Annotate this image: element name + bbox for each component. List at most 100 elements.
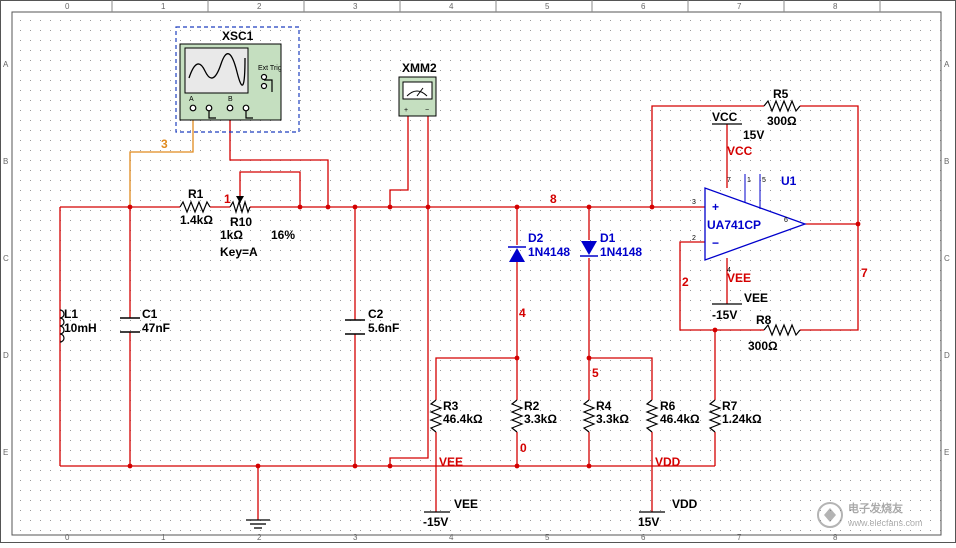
ruler-row-label: D bbox=[3, 351, 9, 360]
l1-ref: L1 bbox=[64, 307, 78, 321]
c2-ref: C2 bbox=[368, 307, 384, 321]
scope-label: XSC1 bbox=[222, 29, 254, 43]
u1-pin5: 5 bbox=[762, 177, 766, 184]
vcc-value: 15V bbox=[743, 128, 764, 142]
u1-ref: U1 bbox=[781, 174, 797, 188]
ruler-column-label: 4 bbox=[449, 2, 454, 11]
ruler-column-label: 1 bbox=[161, 533, 166, 542]
c2-value: 5.6nF bbox=[368, 321, 399, 335]
r8-value: 300Ω bbox=[748, 339, 778, 353]
r10-key: Key=A bbox=[220, 245, 258, 259]
ruler-column-label: 0 bbox=[65, 2, 70, 11]
vcc-net: VCC bbox=[727, 144, 753, 158]
net-3: 3 bbox=[161, 137, 168, 151]
r2-ref: R2 bbox=[524, 399, 540, 413]
svg-text:−: − bbox=[425, 107, 429, 114]
d2-value: 1N4148 bbox=[528, 245, 570, 259]
r10-value: 1kΩ bbox=[220, 228, 243, 242]
c1-value: 47nF bbox=[142, 321, 170, 335]
multimeter-label: XMM2 bbox=[402, 61, 437, 75]
r1-ref: R1 bbox=[188, 187, 204, 201]
ruler-row-label: B bbox=[944, 157, 949, 166]
ruler-column-label: 7 bbox=[737, 533, 742, 542]
r7-value: 1.24kΩ bbox=[722, 412, 762, 426]
ruler-row-label: C bbox=[944, 254, 950, 263]
ruler-column-label: 8 bbox=[833, 2, 838, 11]
r4-value: 3.3kΩ bbox=[596, 412, 629, 426]
r6-value: 46.4kΩ bbox=[660, 412, 700, 426]
net-2: 2 bbox=[682, 275, 689, 289]
ruler-row-label: D bbox=[944, 351, 950, 360]
r6-ref: R6 bbox=[660, 399, 676, 413]
net-5: 5 bbox=[592, 366, 599, 380]
svg-text:+: + bbox=[404, 107, 408, 114]
r1-value: 1.4kΩ bbox=[180, 213, 213, 227]
channel-b-label: B bbox=[228, 96, 233, 103]
ruler-row-label: C bbox=[3, 254, 9, 263]
ruler-column-label: 5 bbox=[545, 533, 550, 542]
r5-value: 300Ω bbox=[767, 114, 797, 128]
u1-pin3: 3 bbox=[692, 199, 696, 206]
vee2-label: VEE bbox=[454, 497, 478, 511]
net-1: 1 bbox=[224, 192, 231, 206]
r10-ref: R10 bbox=[230, 215, 252, 229]
ruler-row-label: A bbox=[3, 60, 9, 69]
r8-ref: R8 bbox=[756, 313, 772, 327]
u1-part: UA741CP bbox=[707, 218, 761, 232]
r3-ref: R3 bbox=[443, 399, 459, 413]
ruler-row-label: B bbox=[3, 157, 8, 166]
svg-text:电子发烧友: 电子发烧友 bbox=[848, 501, 903, 515]
ruler-column-label: 1 bbox=[161, 2, 166, 11]
u1-minus: − bbox=[712, 236, 719, 250]
multimeter-xmm2[interactable]: + − bbox=[398, 76, 437, 117]
r3-value: 46.4kΩ bbox=[443, 412, 483, 426]
channel-a-label: A bbox=[189, 96, 194, 103]
ruler-column-label: 2 bbox=[257, 533, 262, 542]
vee2-net: VEE bbox=[439, 455, 463, 469]
net-8: 8 bbox=[550, 192, 557, 206]
r5-ref: R5 bbox=[773, 87, 789, 101]
ruler-column-label: 7 bbox=[737, 2, 742, 11]
r2-value: 3.3kΩ bbox=[524, 412, 557, 426]
vcc-label: VCC bbox=[712, 110, 738, 124]
ruler-column-label: 3 bbox=[353, 533, 358, 542]
vee-value: -15V bbox=[712, 308, 737, 322]
vee-label: VEE bbox=[744, 291, 768, 305]
u1-pin6: 6 bbox=[784, 217, 788, 224]
schematic-sheet[interactable]: 0 0 1 1 2 2 3 3 4 4 5 5 6 6 7 7 8 8 A A B B C C D D E E Ext Trig A… bbox=[0, 0, 956, 543]
u1-pin7: 7 bbox=[727, 177, 731, 184]
ruler-row-label: A bbox=[944, 60, 950, 69]
ruler-column-label: 0 bbox=[65, 533, 70, 542]
dot-grid bbox=[12, 12, 941, 535]
ruler-column-label: 6 bbox=[641, 2, 646, 11]
ruler-column-label: 6 bbox=[641, 533, 646, 542]
net-0: 0 bbox=[520, 441, 527, 455]
ruler-column-label: 5 bbox=[545, 2, 550, 11]
r4-ref: R4 bbox=[596, 399, 612, 413]
c1-ref: C1 bbox=[142, 307, 158, 321]
l1-value: 10mH bbox=[64, 321, 97, 335]
vee-net: VEE bbox=[727, 271, 751, 285]
ruler-row-label: E bbox=[944, 448, 949, 457]
u1-pin1: 1 bbox=[747, 177, 751, 184]
net-4: 4 bbox=[519, 306, 526, 320]
vdd-label: VDD bbox=[672, 497, 698, 511]
net-7: 7 bbox=[861, 266, 868, 280]
vdd-value: 15V bbox=[638, 515, 659, 529]
ruler-column-label: 4 bbox=[449, 533, 454, 542]
r10-percent: 16% bbox=[271, 228, 295, 242]
ruler-row-label: E bbox=[3, 448, 8, 457]
svg-text:www.elecfans.com: www.elecfans.com bbox=[847, 518, 923, 528]
ext-trig-label: Ext Trig bbox=[258, 65, 282, 72]
ruler-column-label: 8 bbox=[833, 533, 838, 542]
vee2-value: -15V bbox=[423, 515, 448, 529]
d1-ref: D1 bbox=[600, 231, 616, 245]
d2-ref: D2 bbox=[528, 231, 544, 245]
ruler-column-label: 2 bbox=[257, 2, 262, 11]
vdd-net: VDD bbox=[655, 455, 681, 469]
d1-value: 1N4148 bbox=[600, 245, 642, 259]
u1-plus: + bbox=[712, 200, 719, 214]
ruler-column-label: 3 bbox=[353, 2, 358, 11]
r7-ref: R7 bbox=[722, 399, 738, 413]
u1-pin2: 2 bbox=[692, 235, 696, 242]
